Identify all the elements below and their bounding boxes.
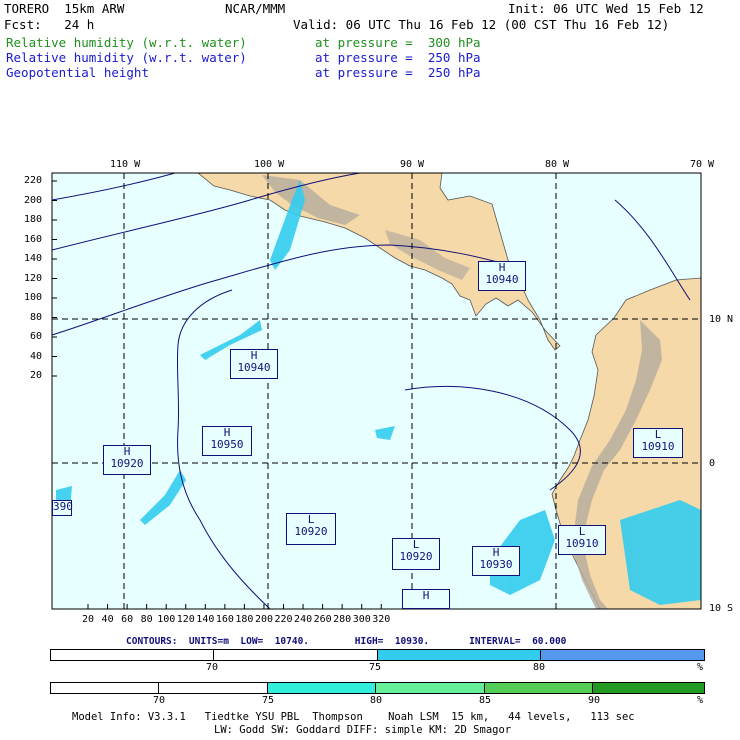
model-physics: LW: Godd SW: Goddard DIFF: simple KM: 2D… xyxy=(214,724,512,736)
y-tick-label: 200 xyxy=(24,194,43,206)
y-tick-label: 140 xyxy=(24,253,43,264)
height-center-box: L 10920 xyxy=(286,513,336,545)
x-tick-label: 240 xyxy=(294,614,313,625)
y-tick-label: 80 xyxy=(30,311,43,323)
legend-green-label: 80 xyxy=(370,695,383,706)
legend-swatch xyxy=(376,683,485,693)
x-tick-label: 60 xyxy=(121,614,134,625)
legend-blue-label: 70 xyxy=(206,662,219,673)
y-tick-label: 100 xyxy=(24,292,43,303)
lon-label-110w: 110 W xyxy=(110,159,141,170)
y-tick-label: 60 xyxy=(30,331,43,342)
model-info: Model Info: V3.3.1 Tiedtke YSU PBL Thomp… xyxy=(72,711,635,723)
y-tick-label: 40 xyxy=(30,350,43,362)
weather-map xyxy=(51,172,702,610)
x-tick-label: 80 xyxy=(140,614,153,625)
legend-swatch xyxy=(51,650,215,660)
height-center-box: 390 xyxy=(52,500,73,516)
height-center-box: L 10910 xyxy=(633,428,683,458)
legend-green-label: 85 xyxy=(479,695,492,706)
legend-blue-label: 75 xyxy=(369,662,382,673)
legend-green-label: 75 xyxy=(262,695,275,706)
legend-blue-label: 80 xyxy=(533,662,546,673)
x-tick-label: 300 xyxy=(352,614,371,625)
legend-swatch xyxy=(214,650,378,660)
x-tick-label: 40 xyxy=(101,614,114,625)
height-center-box: H 10930 xyxy=(472,546,520,576)
x-tick-label: 100 xyxy=(157,614,176,625)
legend-swatch xyxy=(592,683,704,693)
height-center-box: L 10920 xyxy=(392,538,440,570)
legend-swatch xyxy=(484,683,593,693)
height-center-box: H xyxy=(402,589,450,609)
legend-swatch xyxy=(51,683,160,693)
legend-green-label: 90 xyxy=(588,695,601,706)
legend-green-label: 70 xyxy=(153,695,166,706)
lat-label-10s: 10 S xyxy=(709,603,734,614)
height-center-box: H 10950 xyxy=(202,426,252,456)
legend-green-label: % xyxy=(697,695,704,706)
y-tick-label: 220 xyxy=(24,175,43,186)
x-tick-label: 180 xyxy=(235,614,254,625)
lat-label-10n: 10 N xyxy=(709,314,734,325)
height-center-box: L 10910 xyxy=(558,525,606,555)
x-tick-label: 160 xyxy=(215,614,234,625)
legend-swatch xyxy=(540,650,704,660)
y-tick-label: 160 xyxy=(24,233,43,245)
lat-label-0: 0 xyxy=(709,458,716,469)
x-tick-label: 20 xyxy=(82,614,95,625)
legend-swatch xyxy=(267,683,377,693)
y-tick-label: 20 xyxy=(30,370,43,381)
height-center-box: H 10920 xyxy=(103,445,151,475)
height-center-box: H 10940 xyxy=(478,261,526,291)
x-tick-label: 220 xyxy=(274,614,293,625)
legend-blue-label: % xyxy=(697,662,704,673)
legend-swatch xyxy=(377,650,541,660)
x-tick-label: 200 xyxy=(254,614,273,625)
height-center-box: H 10940 xyxy=(230,349,278,379)
x-tick-label: 140 xyxy=(196,614,215,625)
legend-bar-blue xyxy=(50,649,705,661)
lon-label-70w: 70 W xyxy=(690,159,715,170)
lon-label-90w: 90 W xyxy=(400,159,425,170)
contours-info: CONTOURS: UNITS=m LOW= 10740. HIGH= 1093… xyxy=(126,636,567,647)
legend-bar-green xyxy=(50,682,705,694)
x-tick-label: 120 xyxy=(176,614,195,625)
x-tick-label: 320 xyxy=(372,614,391,625)
legend-swatch xyxy=(159,683,268,693)
x-tick-label: 280 xyxy=(333,614,352,625)
lon-label-100w: 100 W xyxy=(254,159,285,170)
lon-label-80w: 80 W xyxy=(545,159,570,170)
y-tick-label: 180 xyxy=(24,214,43,225)
x-tick-label: 260 xyxy=(313,614,332,625)
y-tick-label: 120 xyxy=(24,272,43,284)
